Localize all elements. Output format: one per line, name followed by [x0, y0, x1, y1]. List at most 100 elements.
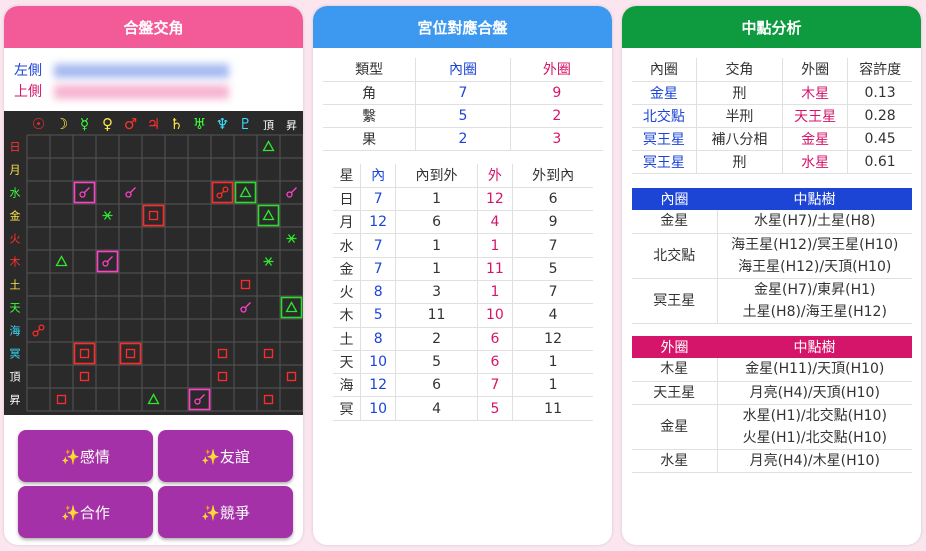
cell: 刑: [695, 150, 783, 174]
cell: 7: [512, 280, 593, 305]
table-row: 冥王星 金星(H7)/東昇(H1) 土星(H8)/海王星(H12): [632, 278, 912, 324]
cell: 補八分相: [695, 127, 783, 151]
conjunction-icon-stroke: [199, 394, 205, 400]
planet-glyph: ♆: [216, 115, 229, 133]
cell: 金: [333, 257, 361, 281]
col-inner-to-outer: 內到外: [395, 164, 478, 188]
cell: 月: [333, 210, 361, 235]
cell: 1: [476, 233, 513, 258]
cell: 7: [476, 373, 513, 398]
outer-tree-header-key: 外圈: [660, 340, 689, 356]
aspect-highlight-box: [234, 181, 257, 204]
tree-key: 水星: [632, 449, 717, 473]
col-inner: 內圈: [632, 58, 697, 82]
row-label: 水: [10, 187, 21, 200]
cell: 5: [395, 350, 478, 375]
trine-icon: [55, 255, 68, 267]
planet-glyph: ☉: [32, 115, 45, 133]
trine-icon: [262, 140, 275, 152]
square-icon: [263, 348, 274, 359]
cooperation-button[interactable]: ✨合作: [18, 486, 153, 538]
col-aspect: 交角: [695, 58, 783, 82]
aspect-grid: ☉ ☽ ☿ ♀ ♂ ♃ ♄ ♅ ♆ ♇ 頂昇日月水金火木土天海冥頂昇: [4, 111, 303, 415]
tree-value: 金星(H7)/東昇(H1): [754, 281, 876, 298]
planet-glyph: ♀: [102, 115, 113, 133]
conjunction-icon-stroke: [291, 187, 297, 193]
tree-values: 海王星(H12)/冥王星(H10) 海王星(H12)/天頂(H10): [716, 233, 912, 279]
cell: 12: [512, 327, 593, 351]
square-icon: [148, 210, 159, 221]
cell: 6: [395, 210, 478, 235]
cell: 5: [512, 257, 593, 281]
col-inner: 內圈: [415, 58, 511, 82]
aspect-highlight-box: [257, 204, 280, 227]
planet-glyph: ♃: [147, 115, 160, 133]
cell: 6: [512, 187, 593, 212]
cell: 11: [512, 396, 593, 421]
cell: 11: [476, 257, 513, 281]
aspect-grid-svg: ☉ ☽ ☿ ♀ ♂ ♃ ♄ ♅ ♆ ♇ 頂昇日月水金火木土天海冥頂昇: [10, 115, 303, 412]
tree-values: 水星(H7)/土星(H8): [716, 210, 912, 234]
planet-glyph: ♂: [124, 115, 137, 133]
cell: 4: [476, 210, 513, 235]
cell: 半刑: [695, 104, 783, 128]
tree-values: 金星(H7)/東昇(H1) 土星(H8)/海王星(H12): [716, 278, 912, 324]
planet-glyph: ☿: [80, 115, 89, 133]
trine-icon: [285, 301, 298, 313]
house-summary-table: 類型 內圈 外圈 角 7 9 繫 5 2 果 2 3: [323, 58, 603, 151]
cell: 0.13: [847, 81, 912, 105]
house-overlay-panel: 宮位對應合盤 類型 內圈 外圈 角 7 9 繫 5 2 果 2 3 星 內 內到…: [313, 6, 612, 545]
panel-title: 宮位對應合盤: [313, 6, 612, 48]
table-row: 冥 10 4 5 11: [333, 396, 593, 421]
cell: 1: [395, 257, 478, 281]
outer-midpoint-tree-table: 外圈 中點樹 木星 金星(H11)/天頂(H10) 天王星 月亮(H4)/天頂(H10…: [632, 336, 912, 473]
trine-icon: [147, 393, 160, 405]
table-row: 土 8 2 6 12: [333, 327, 593, 351]
table-row: 北交點 海王星(H12)/冥王星(H10) 海王星(H12)/天頂(H10): [632, 233, 912, 279]
square-icon: [263, 394, 274, 405]
square-icon: [240, 279, 251, 290]
planet-glyph: ♇: [239, 115, 252, 133]
cell: 0.45: [847, 127, 912, 151]
square-icon: [217, 348, 228, 359]
tree-key: 木星: [632, 358, 717, 382]
table-row: 天 10 5 6 1: [333, 350, 593, 375]
square-icon: [79, 348, 90, 359]
opposition-icon-stroke: [36, 328, 41, 333]
love-button[interactable]: ✨感情: [18, 430, 153, 482]
cell: 繫: [323, 104, 416, 128]
top-person-label: 上側: [14, 84, 42, 100]
aspect-highlight-box: [119, 342, 142, 365]
competition-button[interactable]: ✨競爭: [158, 486, 293, 538]
trine-icon: [239, 186, 252, 198]
cell: 冥王星: [632, 127, 697, 151]
inner-tree-header-key: 內圈: [660, 192, 689, 208]
table-row: 水星 月亮(H4)/木星(H10): [632, 449, 912, 473]
cell: 4: [512, 303, 593, 328]
square-icon: [125, 348, 136, 359]
tree-value: 月亮(H4)/天頂(H10): [749, 384, 880, 401]
tree-values: 月亮(H4)/木星(H10): [716, 449, 912, 473]
inner-midpoint-tree-table: 內圈 中點樹 金星 水星(H7)/土星(H8) 北交點 海王星(H12)/冥王星(H1…: [632, 188, 912, 324]
tree-value: 海王星(H12)/天頂(H10): [738, 258, 892, 275]
cell: 木星: [782, 81, 848, 105]
planet-glyph: 頂: [263, 119, 274, 132]
panel-title: 合盤交角: [4, 6, 303, 48]
cell: 金星: [632, 81, 697, 105]
friendship-button[interactable]: ✨友誼: [158, 430, 293, 482]
cell: 12: [476, 187, 513, 212]
tree-key: 天王星: [632, 381, 717, 405]
row-label: 天: [10, 302, 21, 315]
aspect-highlight-box: [280, 296, 303, 319]
midpoint-analysis-panel: 中點分析 內圈 交角 外圈 容許度 金星刑木星 0.13 北交點 半刑 天王星 0.28 冥…: [622, 6, 921, 545]
sextile-icon: [102, 211, 113, 220]
col-type: 類型: [323, 58, 416, 82]
cell: 1: [512, 350, 593, 375]
cell: 果: [323, 127, 416, 151]
row-label: 海: [10, 324, 21, 338]
cell: 刑: [695, 81, 783, 105]
table-row: 月 12 6 4 9: [333, 210, 593, 235]
conjunction-icon: [286, 191, 293, 198]
table-row: 木 5 11 10 4: [333, 303, 593, 328]
conjunction-icon: [79, 191, 86, 198]
